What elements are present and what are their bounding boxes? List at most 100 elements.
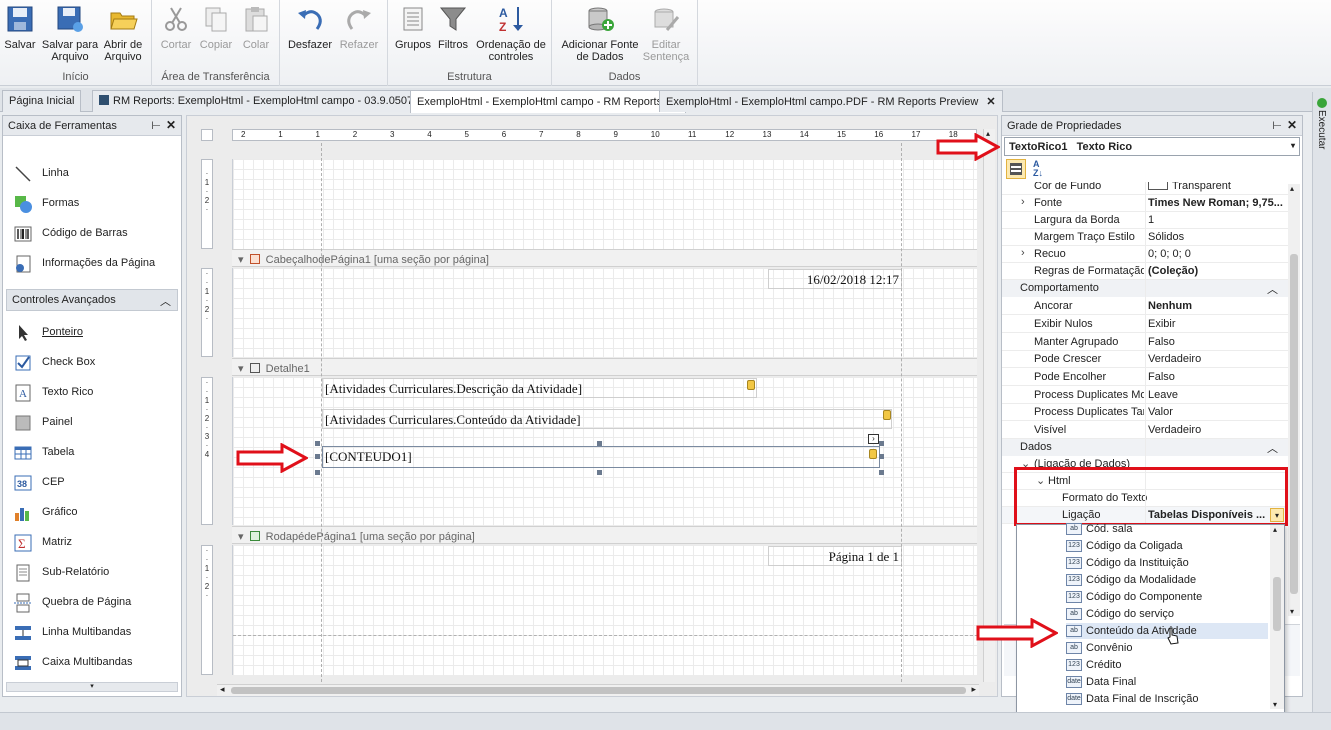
toolbox-item-check-box[interactable]: Check Box	[11, 351, 176, 375]
toolbox-item-sub-relatorio[interactable]: Sub-Relatório	[11, 561, 176, 585]
toolbox-item-caixa-multibandas[interactable]: Caixa Multibandas	[11, 651, 176, 675]
scroll-thumb[interactable]	[1290, 254, 1298, 594]
close-icon[interactable]: ✕	[1287, 118, 1297, 132]
resize-handle[interactable]	[879, 454, 884, 459]
tab-pagina-inicial[interactable]: Página Inicial	[2, 90, 82, 112]
list-item[interactable]: date Data Final de Inscrição	[1066, 691, 1268, 707]
resize-handle[interactable]	[597, 441, 602, 446]
open-file-button[interactable]: Abrir de Arquivo	[100, 4, 146, 63]
chevron-down-icon[interactable]: ▾	[238, 363, 244, 375]
band-page-footer[interactable]: Página 1 de 1	[232, 545, 978, 675]
toolbox-item-linha[interactable]: Linha	[11, 162, 176, 186]
resize-handle[interactable]	[315, 441, 320, 446]
close-icon[interactable]: ✕	[986, 96, 995, 108]
resize-handle[interactable]	[597, 470, 602, 475]
report-designer-surface[interactable]: 2 1 1 2 3 4 5 6 7 8 9 10 11 12 13 14 15 16 17 18 · 1 · 2 · ▾ Ca…	[186, 115, 998, 697]
resize-handle[interactable]	[879, 441, 884, 446]
expand-icon[interactable]: ›	[1021, 247, 1025, 259]
resize-handle[interactable]	[315, 454, 320, 459]
resize-handle[interactable]	[879, 470, 884, 475]
list-item[interactable]: ab Cód. sala	[1066, 521, 1268, 537]
header-date-field[interactable]: 16/02/2018 12:17	[768, 269, 902, 289]
pin-icon[interactable]: ⊢	[1272, 119, 1282, 132]
scroll-thumb[interactable]	[231, 687, 966, 694]
list-item[interactable]: 123 Crédito	[1066, 657, 1268, 673]
list-item[interactable]: 123 Código da Modalidade	[1066, 572, 1268, 588]
panel-icon	[13, 413, 33, 433]
tab-exemplohtml-design[interactable]: ExemploHtml - ExemploHtml campo - RM Rep…	[410, 90, 687, 113]
groups-button[interactable]: Grupos	[394, 4, 432, 51]
arrow-left-icon[interactable]: ◂	[220, 684, 225, 695]
chevron-down-icon[interactable]: ▾	[238, 531, 244, 543]
toolbox-item-painel[interactable]: Painel	[11, 411, 176, 435]
categorized-view-button[interactable]	[1006, 159, 1026, 179]
toolbox-item-texto-rico[interactable]: A Texto Rico	[11, 381, 176, 405]
alphabetical-view-button[interactable]: A Z↓	[1030, 159, 1050, 179]
band-header-rodape[interactable]: ▾ RodapédePágina1 [uma seção por página]	[232, 526, 977, 544]
arrow-right-icon[interactable]: ▸	[971, 684, 976, 695]
edit-sentence-button[interactable]: Editar Sentença	[642, 4, 690, 63]
footer-page-number-field[interactable]: Página 1 de 1	[768, 546, 902, 566]
copy-button[interactable]: Copiar	[198, 4, 234, 51]
copy-icon	[201, 4, 231, 34]
toolbox-item-linha-multibandas[interactable]: Linha Multibandas	[11, 621, 176, 645]
arrow-up-icon[interactable]: ▴	[1290, 184, 1294, 193]
band-header-cabecalho[interactable]: ▾ CabeçalhodePágina1 [uma seção por pági…	[232, 249, 977, 267]
resize-handle[interactable]	[315, 470, 320, 475]
tab-rm-reports[interactable]: RM Reports: ExemploHtml - ExemploHtml ca…	[92, 90, 421, 112]
toolbox-item-cep[interactable]: 38 CEP	[11, 471, 176, 495]
matrix-icon: Σ	[13, 533, 33, 553]
list-item[interactable]: 123 Código da Instituição	[1066, 555, 1268, 571]
toolbox-item-formas[interactable]: Formas	[11, 192, 176, 216]
paste-button[interactable]: Colar	[238, 4, 274, 51]
toolbox-item-info-pagina[interactable]: Informações da Página	[11, 252, 176, 276]
band-page-header[interactable]: 16/02/2018 12:17	[232, 268, 977, 357]
list-item[interactable]: date Data Final	[1066, 674, 1268, 690]
toolbox-section-advanced[interactable]: Controles Avançados ︿	[6, 289, 178, 311]
chevron-down-icon[interactable]: ▾	[238, 254, 244, 266]
field-descricao-atividade[interactable]: [Atividades Curriculares.Descrição da At…	[322, 378, 757, 398]
expand-icon[interactable]: ›	[1021, 196, 1025, 208]
properties-vertical-scrollbar[interactable]: ▴ ▾	[1288, 184, 1300, 616]
cut-button[interactable]: Cortar	[158, 4, 194, 51]
toolbox-item-quebra-pagina[interactable]: Quebra de Página	[11, 591, 176, 615]
horizontal-scrollbar[interactable]: ◂ ▸	[217, 684, 979, 696]
undo-button[interactable]: Desfazer	[286, 4, 334, 51]
tab-exemplohtml-preview[interactable]: ExemploHtml - ExemploHtml campo.PDF - RM…	[659, 90, 1003, 112]
add-datasource-button[interactable]: Adicionar Fonte de Dados	[560, 4, 640, 63]
vertical-scrollbar[interactable]: ▴	[983, 129, 995, 682]
sort-controls-button[interactable]: AZ Ordenação de controles	[476, 4, 546, 63]
pin-icon[interactable]: ⊢	[151, 119, 161, 132]
toolbox-item-ponteiro[interactable]: Ponteiro	[11, 321, 176, 345]
smart-tag-icon[interactable]: ›	[868, 434, 879, 444]
band-detail[interactable]: [Atividades Curriculares.Descrição da At…	[232, 377, 977, 525]
list-item[interactable]: ab Código do serviço	[1066, 606, 1268, 622]
toolbox-scroll-down[interactable]: ▾	[6, 682, 178, 692]
arrow-down-icon[interactable]: ▾	[1290, 607, 1294, 616]
executar-tab[interactable]: Executar	[1314, 96, 1330, 156]
page-top-margin[interactable]	[232, 159, 977, 249]
chevron-up-icon: ︿	[160, 296, 171, 308]
close-icon[interactable]: ✕	[166, 118, 176, 132]
dropdown-scrollbar[interactable]: ▴ ▾	[1270, 525, 1284, 709]
toolbox-item-matriz[interactable]: Σ Matriz	[11, 531, 176, 555]
arrow-down-icon[interactable]: ▾	[1273, 700, 1277, 709]
field-conteudo1[interactable]: [CONTEUDO1]	[322, 446, 880, 468]
redo-button[interactable]: Refazer	[336, 4, 382, 51]
ruler-tick: 6	[501, 130, 507, 139]
band-header-detalhe[interactable]: ▾ Detalhe1	[232, 358, 977, 376]
arrow-up-icon[interactable]: ▴	[1273, 525, 1277, 534]
field-conteudo-atividade[interactable]: [Atividades Curriculares.Conteúdo da Ati…	[322, 409, 892, 429]
scroll-thumb[interactable]	[1273, 577, 1281, 631]
toolbox-item-codigo-barras[interactable]: Código de Barras	[11, 222, 176, 246]
toolbox-item-grafico[interactable]: Gráfico	[11, 501, 176, 525]
list-item[interactable]: 123 Código da Coligada	[1066, 538, 1268, 554]
dropdown-arrow-icon[interactable]: ▾	[1291, 141, 1295, 150]
object-selector[interactable]: TextoRico1 Texto Rico ▾	[1004, 137, 1300, 156]
toolbox-item-tabela[interactable]: Tabela	[11, 441, 176, 465]
list-item[interactable]: 123 Código do Componente	[1066, 589, 1268, 605]
filters-button[interactable]: Filtros	[434, 4, 472, 51]
save-to-file-button[interactable]: Salvar para Arquivo	[40, 4, 100, 63]
save-button[interactable]: Salvar	[2, 4, 38, 51]
redo-icon	[344, 4, 374, 34]
